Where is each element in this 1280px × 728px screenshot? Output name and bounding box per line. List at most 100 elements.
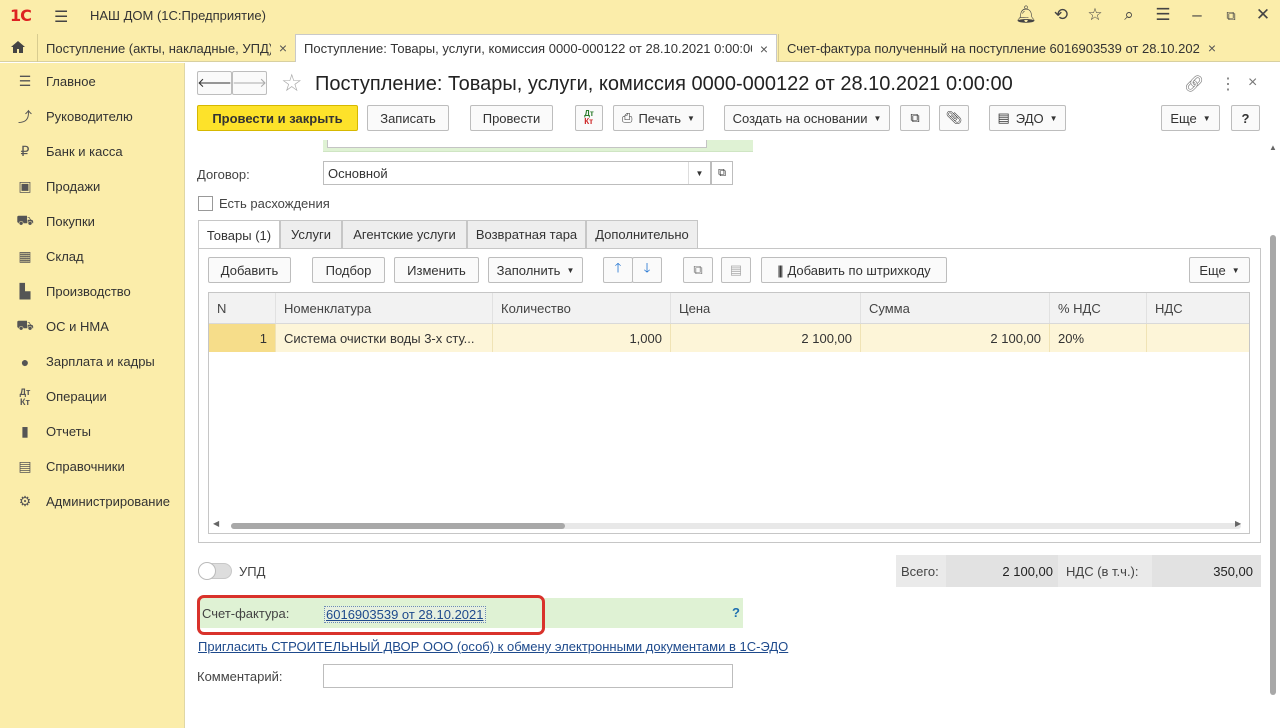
- sidebar-item-production[interactable]: ▙ Производство: [0, 274, 185, 309]
- sidebar-item-purchases[interactable]: ⛟ Покупки: [0, 204, 185, 239]
- more-vert-icon[interactable]: ⋮: [1220, 74, 1236, 94]
- star-icon[interactable]: ☆: [1084, 5, 1106, 25]
- close-tab-icon[interactable]: ×: [279, 40, 287, 56]
- column-header[interactable]: Количество: [493, 293, 671, 323]
- home-icon[interactable]: [0, 32, 36, 62]
- link-icon[interactable]: 🔗︎: [1184, 74, 1204, 94]
- back-button[interactable]: 🡐: [197, 71, 232, 95]
- invoice-help-icon[interactable]: ?: [732, 605, 740, 620]
- tab-services[interactable]: Услуги: [280, 220, 342, 248]
- print-button[interactable]: ⎙ Печать ▼: [613, 105, 704, 131]
- structure-icon[interactable]: ⧉: [900, 105, 930, 131]
- trend-icon: ⤴: [18, 108, 32, 125]
- settings-menu-icon[interactable]: ☰: [1152, 5, 1174, 25]
- person-icon: ●: [20, 353, 30, 370]
- tab-invoice[interactable]: Счет-фактура полученный на поступление 6…: [778, 34, 1224, 62]
- restore-icon[interactable]: ⧉: [1220, 8, 1242, 24]
- attachment-icon[interactable]: 📎︎: [939, 105, 969, 131]
- sidebar-item-admin[interactable]: ⚙ Администрирование: [0, 484, 185, 519]
- horizontal-scrollbar[interactable]: ◀ ▶: [209, 519, 1249, 533]
- favorite-star-icon[interactable]: ☆: [281, 69, 303, 98]
- more-button[interactable]: Еще ▼: [1161, 105, 1220, 131]
- edo-button[interactable]: ▤ ЭДО ▼: [989, 105, 1066, 131]
- cell-sum[interactable]: 2 100,00: [861, 324, 1050, 352]
- sidebar-item-assets[interactable]: ⛟ ОС и НМА: [0, 309, 185, 344]
- add-row-button[interactable]: Добавить: [208, 257, 291, 283]
- pick-button[interactable]: Подбор: [312, 257, 385, 283]
- sidebar-item-label: Зарплата и кадры: [46, 354, 155, 369]
- help-button[interactable]: ?: [1231, 105, 1260, 131]
- tab-receipts-list[interactable]: Поступление (акты, накладные, УПД) ×: [37, 34, 295, 62]
- sidebar-item-bank[interactable]: ₽ Банк и касса: [0, 134, 185, 169]
- column-header[interactable]: Цена: [671, 293, 861, 323]
- contract-label: Договор:: [197, 167, 250, 182]
- table-more-label: Еще: [1199, 262, 1226, 278]
- close-tab-icon[interactable]: ×: [1208, 40, 1216, 56]
- cell-vat[interactable]: [1147, 324, 1249, 352]
- sidebar-item-references[interactable]: ▤ Справочники: [0, 449, 185, 484]
- bell-icon[interactable]: 🔔︎: [1015, 5, 1037, 25]
- sidebar-item-manager[interactable]: ⤴ Руководителю: [0, 99, 185, 134]
- move-up-icon[interactable]: 🡑: [603, 257, 633, 283]
- upd-toggle[interactable]: [198, 562, 232, 580]
- move-down-icon[interactable]: 🡓: [632, 257, 662, 283]
- column-header[interactable]: N: [209, 293, 276, 323]
- tab-receipt-document[interactable]: Поступление: Товары, услуги, комиссия 00…: [295, 34, 777, 62]
- scroll-up-icon[interactable]: ▲: [1269, 143, 1277, 152]
- dt-kt-button[interactable]: Дт Кт: [575, 105, 603, 131]
- save-button[interactable]: Записать: [367, 105, 449, 131]
- sidebar-item-payroll[interactable]: ● Зарплата и кадры: [0, 344, 185, 379]
- copy-icon[interactable]: ⧉: [683, 257, 713, 283]
- tab-additional[interactable]: Дополнительно: [586, 220, 698, 248]
- sidebar-item-reports[interactable]: ▮ Отчеты: [0, 414, 185, 449]
- total-value: 2 100,00: [1002, 564, 1053, 579]
- open-contract-icon[interactable]: ⧉: [711, 161, 733, 185]
- cell-vat-rate[interactable]: 20%: [1050, 324, 1147, 352]
- scrollbar-thumb[interactable]: [231, 523, 565, 529]
- sidebar-item-sales[interactable]: ▣ Продажи: [0, 169, 185, 204]
- hidden-input-edge: [327, 140, 707, 148]
- table-row[interactable]: 1 Система очистки воды 3-х сту... 1,000 …: [209, 324, 1249, 352]
- paste-icon[interactable]: ▤: [721, 257, 751, 283]
- menu-icon[interactable]: ☰: [54, 7, 68, 27]
- cell-n[interactable]: 1: [209, 324, 276, 352]
- close-form-icon[interactable]: ×: [1248, 74, 1257, 92]
- dt-kt-icon: Дт Кт: [19, 386, 31, 407]
- tab-agent-services[interactable]: Агентские услуги: [342, 220, 467, 248]
- tab-goods[interactable]: Товары (1): [198, 220, 280, 249]
- sidebar-item-main[interactable]: ☰ Главное: [0, 64, 185, 99]
- column-header[interactable]: % НДС: [1050, 293, 1147, 323]
- sidebar-item-warehouse[interactable]: ▦ Склад: [0, 239, 185, 274]
- contract-field[interactable]: Основной ▼: [323, 161, 711, 185]
- scroll-right-icon[interactable]: ▶: [1235, 519, 1241, 528]
- history-icon[interactable]: ⟲: [1050, 5, 1072, 25]
- table-more-button[interactable]: Еще ▼: [1189, 257, 1250, 283]
- vertical-scrollbar[interactable]: ▲: [1268, 143, 1278, 728]
- tab-returnable-container[interactable]: Возвратная тара: [467, 220, 586, 248]
- sidebar-item-operations[interactable]: Дт Кт Операции: [0, 379, 185, 414]
- scroll-left-icon[interactable]: ◀: [213, 519, 219, 528]
- invite-edo-link[interactable]: Пригласить СТРОИТЕЛЬНЫЙ ДВОР ООО (особ) …: [198, 639, 788, 654]
- cell-item[interactable]: Система очистки воды 3-х сту...: [276, 324, 493, 352]
- totals-panel: Всего: 2 100,00 НДС (в т.ч.): 350,00: [896, 555, 1261, 587]
- cell-quantity[interactable]: 1,000: [493, 324, 671, 352]
- minimize-icon[interactable]: –: [1186, 5, 1208, 25]
- cell-price[interactable]: 2 100,00: [671, 324, 861, 352]
- add-by-barcode-button[interactable]: ||| Добавить по штрихкоду: [761, 257, 947, 283]
- forward-button[interactable]: 🡒: [232, 71, 267, 95]
- close-window-icon[interactable]: ✕: [1252, 5, 1274, 25]
- close-tab-icon[interactable]: ×: [760, 41, 768, 57]
- create-based-on-button[interactable]: Создать на основании ▼: [724, 105, 890, 131]
- column-header[interactable]: НДС: [1147, 293, 1249, 323]
- vertical-scrollbar-thumb[interactable]: [1270, 235, 1276, 695]
- dropdown-arrow-icon[interactable]: ▼: [688, 162, 710, 184]
- comment-field[interactable]: [323, 664, 733, 688]
- post-button[interactable]: Провести: [470, 105, 553, 131]
- column-header[interactable]: Сумма: [861, 293, 1050, 323]
- column-header[interactable]: Номенклатура: [276, 293, 493, 323]
- search-icon[interactable]: ⌕: [1118, 5, 1140, 25]
- discrepancy-checkbox[interactable]: [198, 196, 213, 211]
- edit-button[interactable]: Изменить: [394, 257, 479, 283]
- post-and-close-button[interactable]: Провести и закрыть: [197, 105, 358, 131]
- fill-button[interactable]: Заполнить ▼: [488, 257, 583, 283]
